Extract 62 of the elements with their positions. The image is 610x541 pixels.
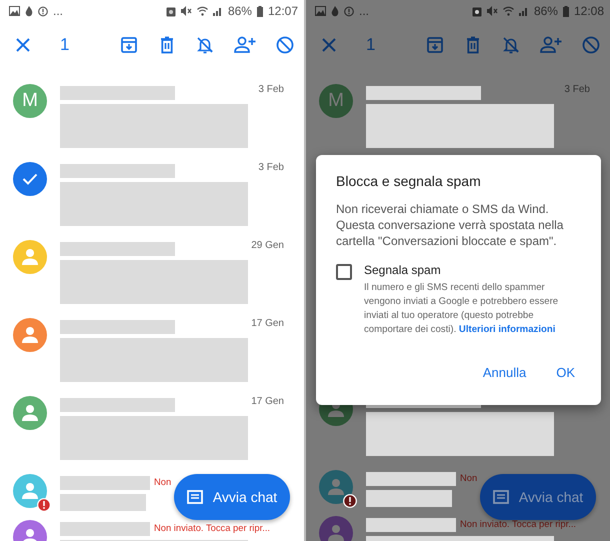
checkbox-label: Segnala spam: [364, 263, 442, 277]
more-info-link[interactable]: Ulteriori informazioni: [458, 324, 556, 335]
dialog-button[interactable]: Annulla: [482, 365, 526, 380]
error-badge-icon: [37, 498, 51, 512]
archive-icon[interactable]: [426, 36, 444, 54]
selected-count: 1: [60, 35, 70, 55]
wifi-icon: [502, 6, 514, 16]
message-date: 3 Feb: [258, 162, 284, 173]
battery-saver-icon: [472, 6, 482, 16]
battery-percent: 86%: [534, 4, 558, 18]
send-failed-status: Non: [154, 476, 172, 487]
letter-avatar[interactable]: M: [13, 84, 47, 118]
message-date: 29 Gen: [251, 240, 284, 251]
error-badge-icon: [343, 494, 357, 508]
add-person-icon[interactable]: [234, 36, 256, 54]
person-avatar[interactable]: [319, 470, 353, 504]
dialog-button[interactable]: OK: [556, 365, 575, 380]
add-person-icon[interactable]: [540, 36, 562, 54]
person-avatar[interactable]: [13, 474, 47, 508]
signal-icon: [212, 6, 223, 16]
mute-icon: [180, 6, 192, 16]
image-icon: [9, 6, 20, 16]
message-date: 17 Gen: [251, 396, 284, 407]
message-date: 3 Feb: [258, 84, 284, 95]
image-icon: [315, 6, 326, 16]
close-icon[interactable]: [16, 38, 30, 52]
archive-icon[interactable]: [120, 36, 138, 54]
dialog-title: Blocca e segnala spam: [336, 173, 482, 189]
more-notifications: ...: [359, 4, 370, 18]
alert-icon: [38, 6, 48, 16]
battery-icon: [562, 6, 569, 16]
start-chat-button[interactable]: Avvia chat: [174, 474, 290, 520]
send-failed-status: Non: [460, 472, 478, 483]
message-icon: [492, 490, 509, 504]
alert-icon: [344, 6, 354, 16]
message-date: 17 Gen: [251, 318, 284, 329]
dialog-message: Non riceverai chiamate o SMS da Wind. Questa conversazione verrà spostata nella cartella "Conversazioni bloccate e spam".: [336, 201, 564, 249]
message-date: 3 Feb: [564, 84, 590, 95]
clock-time: 12:07: [268, 4, 298, 18]
message-icon: [186, 490, 203, 504]
checkbox[interactable]: [336, 264, 352, 280]
send-failed-status: Non inviato. Tocca per ripr...: [154, 522, 270, 533]
flame-icon: [25, 6, 33, 16]
bell-off-icon[interactable]: [196, 36, 214, 54]
signal-icon: [518, 6, 529, 16]
checkbox-description: Il numero e gli SMS recenti dello spammer vengono inviati a Google e potrebbero essere inviati al tuo operatore (questo potrebbe comportare dei costi). Ulteriori informazioni: [364, 281, 560, 337]
selected-check-avatar[interactable]: [13, 162, 47, 196]
clock-time: 12:08: [574, 4, 604, 18]
mute-icon: [486, 6, 498, 16]
battery-percent: 86%: [228, 4, 252, 18]
send-failed-status: Non inviato. Tocca per ripr...: [460, 518, 576, 529]
battery-saver-icon: [166, 6, 176, 16]
more-notifications: ...: [53, 4, 64, 18]
block-icon[interactable]: [582, 36, 600, 54]
selected-count: 1: [366, 35, 376, 55]
wifi-icon: [196, 6, 208, 16]
close-icon[interactable]: [322, 38, 336, 52]
block-icon[interactable]: [276, 36, 294, 54]
battery-icon: [256, 6, 263, 16]
start-chat-button[interactable]: Avvia chat: [480, 474, 596, 520]
bell-off-icon[interactable]: [502, 36, 520, 54]
flame-icon: [331, 6, 339, 16]
